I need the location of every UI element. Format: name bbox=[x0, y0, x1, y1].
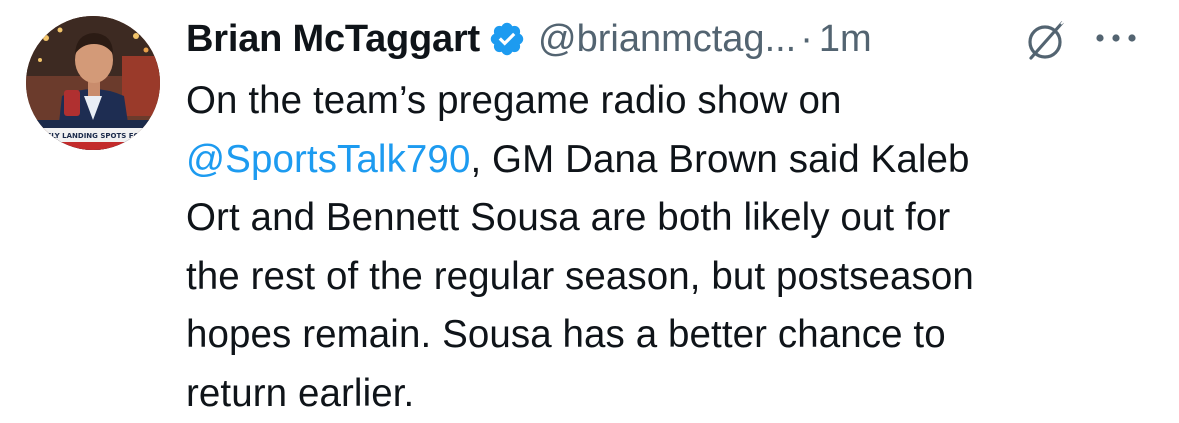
grok-icon[interactable] bbox=[1024, 18, 1068, 62]
tweet-timestamp[interactable]: 1m bbox=[819, 18, 872, 61]
avatar-caption: LIKELY LANDING SPOTS FOR KY bbox=[34, 132, 159, 140]
avatar-image: LIKELY LANDING SPOTS FOR KY bbox=[26, 16, 160, 150]
tweet-text-line: Ort and Bennett Sousa are both likely ou… bbox=[186, 189, 1146, 248]
tweet[interactable]: LIKELY LANDING SPOTS FOR KY Brian McTagg… bbox=[0, 0, 1179, 419]
author-handle[interactable]: @brianmctag... bbox=[538, 18, 796, 61]
tweet-text-line: On the team’s pregame radio show on bbox=[186, 72, 1146, 131]
verified-badge-icon[interactable] bbox=[488, 20, 526, 58]
tweet-text-fragment: , GM Dana Brown said Kaleb bbox=[470, 138, 969, 181]
tweet-text-line: return earlier. bbox=[186, 365, 1146, 423]
more-options-icon[interactable] bbox=[1092, 28, 1140, 48]
mention-link[interactable]: @SportsTalk790 bbox=[186, 138, 470, 181]
avatar[interactable]: LIKELY LANDING SPOTS FOR KY bbox=[26, 16, 160, 150]
tweet-text-line: the rest of the regular season, but post… bbox=[186, 248, 1146, 307]
tweet-header: Brian McTaggart @brianmctag... · 1m bbox=[186, 14, 872, 64]
tweet-text-line: @SportsTalk790, GM Dana Brown said Kaleb bbox=[186, 131, 1146, 190]
separator-dot: · bbox=[800, 18, 813, 61]
tweet-body: On the team’s pregame radio show on @Spo… bbox=[186, 72, 1146, 423]
tweet-text-line: hopes remain. Sousa has a better chance … bbox=[186, 306, 1146, 365]
author-display-name[interactable]: Brian McTaggart bbox=[186, 18, 480, 61]
